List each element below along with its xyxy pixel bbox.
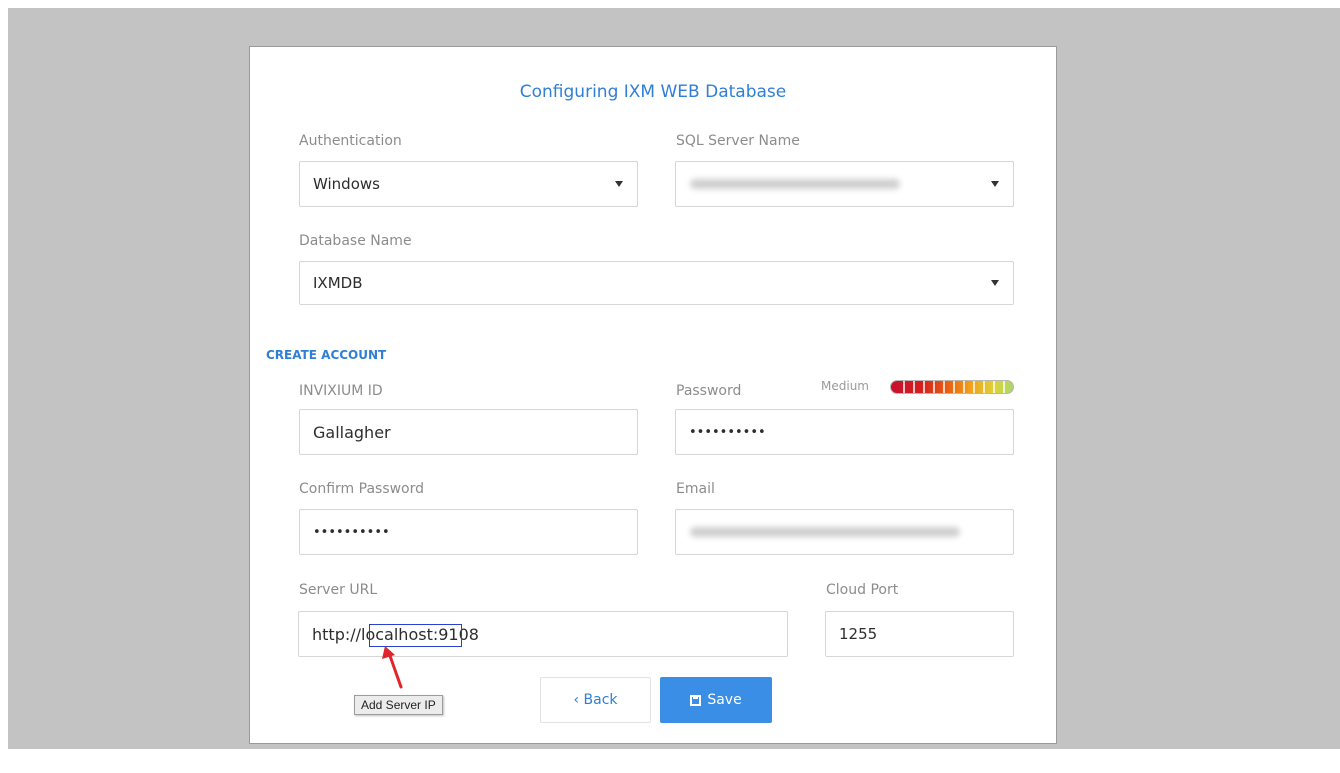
database-name-select[interactable]: IXMDB — [299, 261, 1014, 305]
invixium-id-label: INVIXIUM ID — [299, 383, 383, 399]
authentication-label: Authentication — [299, 133, 402, 149]
authentication-select[interactable]: Windows — [299, 161, 638, 207]
confirm-password-value: •••••••••• — [313, 524, 390, 540]
password-strength-meter — [890, 380, 1014, 394]
cloud-port-input[interactable]: 1255 — [825, 611, 1014, 657]
invixium-id-input[interactable]: Gallagher — [299, 409, 638, 455]
caret-down-icon — [991, 280, 999, 286]
sql-server-value-blurred — [690, 179, 900, 189]
email-input[interactable] — [675, 509, 1014, 555]
confirm-password-input[interactable]: •••••••••• — [299, 509, 638, 555]
caret-down-icon — [991, 181, 999, 187]
floppy-disk-icon — [690, 694, 702, 706]
email-value-blurred — [690, 527, 960, 537]
invixium-id-value: Gallagher — [313, 422, 391, 442]
add-server-ip-annotation: Add Server IP — [354, 695, 443, 715]
database-name-value: IXMDB — [313, 274, 363, 292]
back-button[interactable]: ‹ Back — [540, 677, 651, 723]
database-name-label: Database Name — [299, 233, 412, 249]
sql-server-select[interactable] — [675, 161, 1014, 207]
authentication-value: Windows — [313, 175, 380, 193]
config-dialog: Configuring IXM WEB Database Authenticat… — [249, 46, 1057, 744]
create-account-heading: CREATE ACCOUNT — [266, 348, 387, 362]
password-input[interactable]: •••••••••• — [675, 409, 1014, 455]
save-button[interactable]: Save — [660, 677, 772, 723]
annotation-arrow-icon — [382, 646, 403, 689]
sql-server-label: SQL Server Name — [676, 133, 800, 149]
cloud-port-label: Cloud Port — [826, 582, 899, 598]
email-label: Email — [676, 481, 715, 497]
save-button-label: Save — [707, 692, 742, 708]
dialog-title: Configuring IXM WEB Database — [519, 82, 787, 102]
cloud-port-value: 1255 — [839, 625, 878, 643]
caret-down-icon — [615, 181, 623, 187]
password-strength-label: Medium — [821, 379, 869, 393]
confirm-password-label: Confirm Password — [299, 481, 425, 497]
server-url-label: Server URL — [299, 582, 378, 598]
password-value: •••••••••• — [689, 424, 766, 440]
password-label: Password — [676, 383, 742, 399]
